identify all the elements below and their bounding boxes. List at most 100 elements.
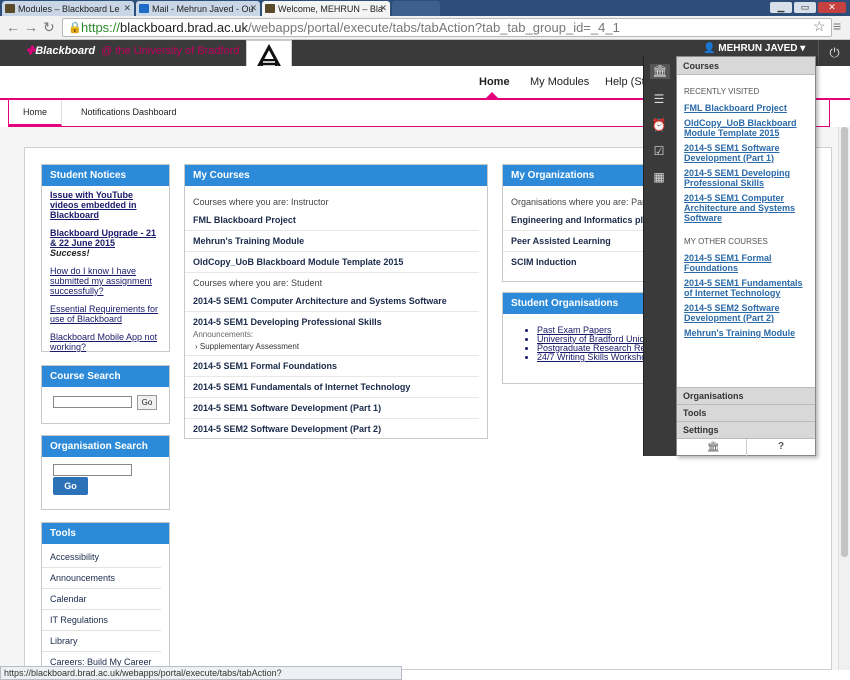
org-link[interactable]: Engineering and Informatics pla	[503, 210, 662, 231]
flyout-course-link[interactable]: 2014-5 SEM1 Computer Architecture and Sy…	[677, 193, 815, 223]
url-scheme: https://	[81, 20, 121, 35]
back-icon[interactable]: ←	[6, 20, 20, 34]
organisation-search-go-button[interactable]: Go	[53, 477, 88, 495]
tab-label: Mail - Mehrun Javed - Ou	[152, 4, 254, 14]
tab-my-modules[interactable]: My Modules	[530, 76, 589, 88]
recently-visited-label: RECENTLY VISITED	[684, 87, 760, 96]
browser-tab[interactable]: Mail - Mehrun Javed - Ou ✕	[136, 1, 260, 16]
reload-icon[interactable]: ↻	[43, 20, 55, 34]
flyout-course-link[interactable]: 2014-5 SEM2 Software Development (Part 2…	[677, 303, 815, 323]
browser-tab[interactable]: Modules – Blackboard Le ✕	[2, 1, 134, 16]
module-title: Tools	[42, 523, 169, 544]
notice-link[interactable]: How do I know I have submitted my assign…	[50, 266, 163, 296]
notice-link[interactable]: Blackboard Mobile App not working?	[50, 332, 163, 352]
flyout-tools[interactable]: Tools	[677, 404, 815, 421]
chevron-down-icon: ▾	[800, 43, 806, 54]
course-search-input[interactable]	[53, 396, 132, 408]
notice-link[interactable]: Issue with YouTube videos embedded in Bl…	[50, 190, 163, 220]
flyout-organisations[interactable]: Organisations	[677, 387, 815, 404]
tab-home[interactable]: Home	[479, 76, 510, 88]
institution-home-icon[interactable]: 🏛	[650, 64, 670, 79]
user-menu[interactable]: 👤 MEHRUN JAVED ▾	[703, 43, 805, 54]
tool-link[interactable]: Accessibility	[42, 547, 161, 568]
my-organizations-module: My Organizations Organisations where you…	[502, 164, 662, 282]
browser-toolbar: ← → ↻ 🔒 https://blackboard.brad.ac.uk/we…	[0, 16, 850, 40]
scrollbar-thumb[interactable]	[841, 127, 848, 557]
minimize-icon[interactable]: ▁	[770, 2, 792, 13]
tools-module: Tools Accessibility Announcements Calend…	[41, 522, 170, 673]
tab-label: Welcome, MEHRUN – Bla	[278, 4, 383, 14]
institution-icon[interactable]: 🏛	[707, 442, 720, 453]
notice-link[interactable]: Essential Requirements for use of Blackb…	[50, 304, 163, 324]
my-other-courses-label: MY OTHER COURSES	[684, 237, 768, 246]
module-title: Student Notices	[42, 165, 169, 186]
flyout-course-link[interactable]: OldCopy_UoB Blackboard Module Template 2…	[677, 118, 815, 138]
student-label: Courses where you are: Student	[193, 278, 323, 288]
flyout-course-link[interactable]: Mehrun's Training Module	[677, 328, 815, 338]
announcements-label: Announcements:	[193, 330, 254, 339]
subtab-home[interactable]: Home	[9, 100, 63, 126]
grades-icon[interactable]: ☑	[651, 144, 667, 159]
announcement-item[interactable]: › Supplementary Assessment	[185, 339, 479, 356]
tool-link[interactable]: Library	[42, 631, 161, 652]
flyout-course-link[interactable]: 2014-5 SEM1 Formal Foundations	[677, 253, 815, 273]
status-bar: https://blackboard.brad.ac.uk/webapps/po…	[0, 666, 402, 680]
calendar-icon[interactable]: ▦	[651, 170, 667, 185]
menu-icon[interactable]: ≡	[833, 19, 841, 33]
module-title: Course Search	[42, 366, 169, 387]
brand-logo[interactable]: ✤Blackboard @ the University of Bradford	[26, 44, 239, 57]
logout-power-icon[interactable]: ⏻	[818, 40, 850, 66]
divider	[746, 439, 747, 456]
updates-clock-icon[interactable]: ⏰	[651, 118, 667, 133]
flyout-course-link[interactable]: 2014-5 SEM1 Developing Professional Skil…	[677, 168, 815, 188]
browser-tab-active[interactable]: Welcome, MEHRUN – Bla ✕	[262, 1, 390, 16]
browser-tab-strip: Modules – Blackboard Le ✕ Mail - Mehrun J…	[0, 0, 850, 16]
course-link[interactable]: 2014-5 SEM2 Software Development (Part 2…	[185, 419, 479, 439]
course-link[interactable]: FML Blackboard Project	[185, 210, 479, 231]
user-name: MEHRUN JAVED	[718, 43, 798, 54]
module-title: Student Organisations	[503, 293, 662, 314]
organisation-search-input[interactable]	[53, 464, 132, 476]
course-link[interactable]: 2014-5 SEM1 Software Development (Part 1…	[185, 398, 479, 419]
forward-icon[interactable]: →	[24, 20, 38, 34]
instructor-label: Courses where you are: Instructor	[193, 197, 329, 207]
course-link[interactable]: 2014-5 SEM1 Computer Architecture and Sy…	[185, 291, 479, 312]
page-scrollbar[interactable]	[838, 127, 850, 670]
org-link[interactable]: Peer Assisted Learning	[503, 231, 662, 252]
global-nav-sidebar: 🏛 ☰ ⏰ ☑ ▦	[643, 56, 676, 456]
course-link[interactable]: Mehrun's Training Module	[185, 231, 479, 252]
close-tab-icon[interactable]: ✕	[379, 3, 387, 14]
org-link[interactable]: SCIM Induction	[503, 252, 662, 272]
flyout-course-link[interactable]: 2014-5 SEM1 Software Development (Part 1…	[677, 143, 815, 163]
notice-link[interactable]: Blackboard Upgrade - 21 & 22 June 2015	[50, 228, 163, 248]
flyout-course-link[interactable]: 2014-5 SEM1 Fundamentals of Internet Tec…	[677, 278, 815, 298]
flyout-settings[interactable]: Settings	[677, 421, 815, 438]
course-link[interactable]: 2014-5 SEM1 Fundamentals of Internet Tec…	[185, 377, 479, 398]
tool-link[interactable]: Calendar	[42, 589, 161, 610]
new-tab-button[interactable]	[392, 1, 440, 16]
close-tab-icon[interactable]: ✕	[249, 3, 257, 14]
module-title: My Organizations	[503, 165, 662, 186]
blackboard-favicon-icon	[265, 4, 275, 13]
tab-label: Modules – Blackboard Le	[18, 4, 120, 14]
address-bar[interactable]: 🔒 https://blackboard.brad.ac.uk/webapps/…	[62, 18, 832, 37]
maximize-icon[interactable]: ▭	[794, 2, 816, 13]
course-link[interactable]: 2014-5 SEM1 Developing Professional Skil…	[185, 312, 479, 329]
subtab-notifications-dashboard[interactable]: Notifications Dashboard	[67, 100, 191, 126]
bookmark-star-icon[interactable]: ☆	[813, 19, 826, 33]
close-window-icon[interactable]: ✕	[818, 2, 846, 13]
tool-link[interactable]: IT Regulations	[42, 610, 161, 631]
close-tab-icon[interactable]: ✕	[123, 3, 131, 14]
course-link[interactable]: 2014-5 SEM1 Formal Foundations	[185, 356, 479, 377]
tool-link[interactable]: Announcements	[42, 568, 161, 589]
posts-icon[interactable]: ☰	[651, 92, 667, 107]
course-search-go-button[interactable]: Go	[137, 395, 157, 410]
brand-mark-icon: ✤	[26, 45, 36, 57]
course-search-module: Course Search Go	[41, 365, 170, 424]
help-icon[interactable]: ?	[778, 441, 784, 452]
blackboard-favicon-icon	[5, 4, 15, 13]
flyout-header: Courses	[677, 57, 815, 75]
flyout-course-link[interactable]: FML Blackboard Project	[677, 103, 815, 113]
course-link[interactable]: OldCopy_UoB Blackboard Module Template 2…	[185, 252, 479, 273]
organisation-search-module: Organisation Search Go	[41, 435, 170, 510]
